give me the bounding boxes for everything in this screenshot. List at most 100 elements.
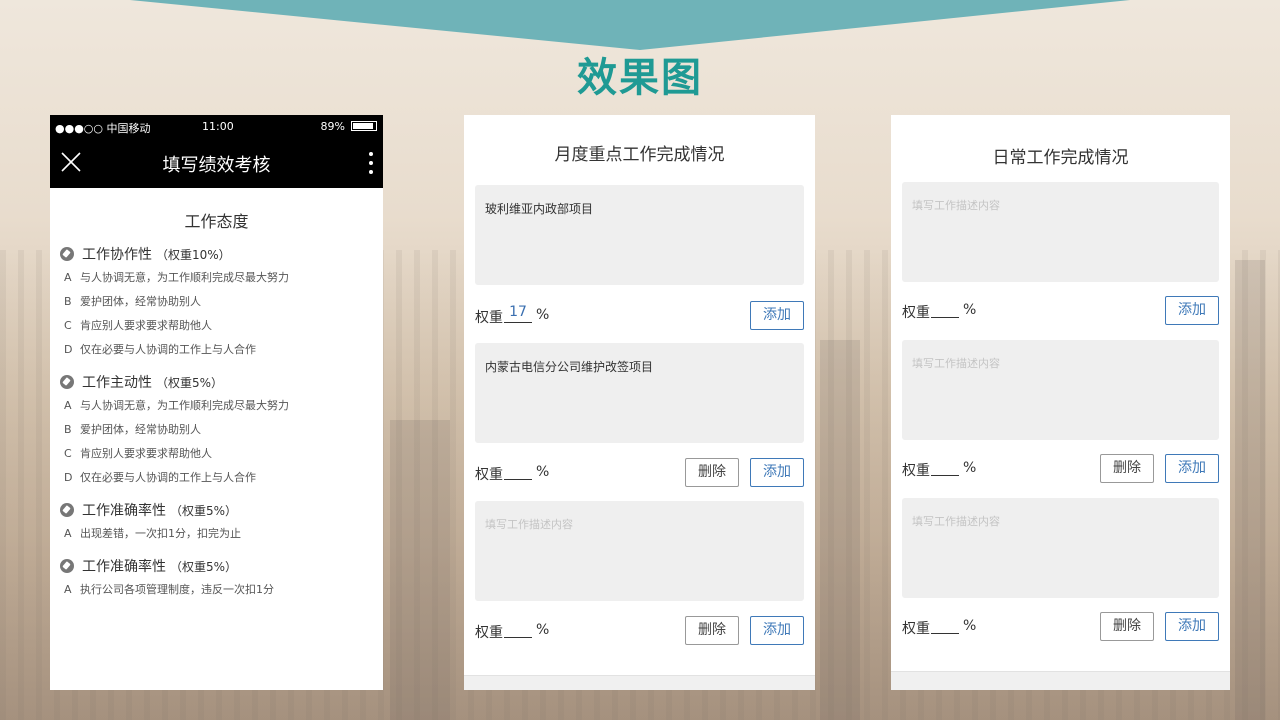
weight-input[interactable]: 17 (504, 302, 532, 323)
option-item[interactable]: A 与人协调无意，为工作顺利完成尽最大努力 (60, 394, 383, 418)
question-block: 工作准确率性 （权重5%） A 出现差错，一次扣1分，扣完为止 (50, 498, 383, 554)
delete-button[interactable]: 删除 (1100, 454, 1154, 483)
question-name: 工作主动性 (82, 375, 152, 391)
question-weight: （权重5%） (170, 559, 238, 574)
question-name: 工作准确率性 (82, 503, 166, 519)
background-building (390, 420, 450, 720)
weight-row: 权重% 删除 添加 (902, 454, 1219, 484)
option-text: 与人协调无意，为工作顺利完成尽最大努力 (80, 271, 289, 284)
option-letter: D (64, 343, 73, 356)
question-title: 工作准确率性 （权重5%） (60, 554, 383, 578)
weight-row: 权重% 添加 (902, 296, 1219, 326)
percent-sign: % (963, 302, 977, 318)
option-text: 出现差错，一次扣1分，扣完为止 (80, 527, 241, 540)
option-item[interactable]: A 出现差错，一次扣1分，扣完为止 (60, 522, 383, 546)
clock-label: 11:00 (202, 120, 234, 133)
work-description-input[interactable]: 玻利维亚内政部项目 (475, 185, 804, 285)
weight-input[interactable] (931, 297, 959, 318)
panel-footer (464, 675, 815, 690)
weight-label: 权重 (475, 310, 503, 326)
option-text: 仅在必要与人协调的工作上与人合作 (80, 343, 256, 356)
nav-title: 填写绩效考核 (162, 155, 271, 176)
percent-sign: % (536, 307, 550, 323)
background-building (820, 340, 860, 720)
weight-row: 权重% 删除 添加 (475, 458, 804, 488)
option-text: 肯应别人要求要求帮助他人 (80, 447, 212, 460)
weight-input[interactable] (504, 459, 532, 480)
option-letter: D (64, 471, 73, 484)
percent-sign: % (963, 618, 977, 634)
phone-mockup: ●●●○○ 中国移动 11:00 89% 填写绩效考核 工作态度 工作协作性 （权… (50, 115, 383, 690)
question-title: 工作协作性 （权重10%） (60, 242, 383, 266)
weight-input[interactable] (931, 455, 959, 476)
option-letter: C (64, 447, 72, 460)
weight-input[interactable] (504, 617, 532, 638)
question-block: 工作准确率性 （权重5%） A 执行公司各项管理制度，违反一次扣1分 (50, 554, 383, 610)
question-name: 工作准确率性 (82, 559, 166, 575)
add-button[interactable]: 添加 (1165, 454, 1219, 483)
work-description-input[interactable]: 内蒙古电信分公司维护改签项目 (475, 343, 804, 443)
work-description-input[interactable]: 填写工作描述内容 (902, 182, 1219, 282)
weight-row: 权重 17% 添加 (475, 301, 804, 331)
slide-title: 效果图 (577, 55, 703, 101)
weight-label: 权重 (902, 621, 930, 637)
option-item[interactable]: A 执行公司各项管理制度，违反一次扣1分 (60, 578, 383, 602)
question-title: 工作准确率性 （权重5%） (60, 498, 383, 522)
add-button[interactable]: 添加 (1165, 612, 1219, 641)
nav-bar: 填写绩效考核 (50, 139, 383, 188)
add-button[interactable]: 添加 (750, 616, 804, 645)
option-letter: B (64, 423, 72, 436)
option-item[interactable]: B 爱护团体，经常协助别人 (60, 418, 383, 442)
battery-icon (351, 121, 377, 131)
question-name: 工作协作性 (82, 247, 152, 263)
panel-title: 日常工作完成情况 (992, 148, 1129, 168)
weight-input[interactable] (931, 613, 959, 634)
carrier-label: ●●●○○ 中国移动 (55, 122, 151, 135)
option-item[interactable]: D 仅在必要与人协调的工作上与人合作 (60, 338, 383, 362)
delete-button[interactable]: 删除 (685, 458, 739, 487)
percent-sign: % (963, 460, 977, 476)
delete-button[interactable]: 删除 (1100, 612, 1154, 641)
add-button[interactable]: 添加 (750, 301, 804, 330)
pencil-icon (60, 375, 74, 389)
work-description-input[interactable]: 填写工作描述内容 (902, 498, 1219, 598)
monthly-work-panel: 月度重点工作完成情况 玻利维亚内政部项目 权重 17% 添加 内蒙古电信分公司维护改签项… (464, 115, 815, 690)
top-banner (130, 0, 1130, 50)
add-button[interactable]: 添加 (1165, 296, 1219, 325)
more-vertical-icon[interactable] (369, 151, 373, 175)
percent-sign: % (536, 622, 550, 638)
weight-label: 权重 (475, 625, 503, 641)
option-text: 仅在必要与人协调的工作上与人合作 (80, 471, 256, 484)
option-item[interactable]: A 与人协调无意，为工作顺利完成尽最大努力 (60, 266, 383, 290)
daily-work-panel: 日常工作完成情况 填写工作描述内容 权重% 添加 填写工作描述内容 权重% 删除 添加 填写工… (891, 115, 1230, 690)
option-item[interactable]: B 爱护团体，经常协助别人 (60, 290, 383, 314)
weight-label: 权重 (902, 305, 930, 321)
option-item[interactable]: C 肯应别人要求要求帮助他人 (60, 442, 383, 466)
background-building (1235, 260, 1265, 720)
option-text: 肯应别人要求要求帮助他人 (80, 319, 212, 332)
option-text: 爱护团体，经常协助别人 (80, 295, 201, 308)
work-description-input[interactable]: 填写工作描述内容 (902, 340, 1219, 440)
question-title: 工作主动性 （权重5%） (60, 370, 383, 394)
option-text: 执行公司各项管理制度，违反一次扣1分 (80, 583, 274, 596)
option-letter: A (64, 399, 72, 412)
delete-button[interactable]: 删除 (685, 616, 739, 645)
option-letter: C (64, 319, 72, 332)
option-text: 与人协调无意，为工作顺利完成尽最大努力 (80, 399, 289, 412)
option-text: 爱护团体，经常协助别人 (80, 423, 201, 436)
option-item[interactable]: C 肯应别人要求要求帮助他人 (60, 314, 383, 338)
question-weight: （权重5%） (156, 375, 224, 390)
question-block: 工作协作性 （权重10%） A 与人协调无意，为工作顺利完成尽最大努力 B 爱护团体，经常… (50, 242, 383, 370)
work-description-input[interactable]: 填写工作描述内容 (475, 501, 804, 601)
pencil-icon (60, 503, 74, 517)
option-letter: A (64, 527, 72, 540)
question-block: 工作主动性 （权重5%） A 与人协调无意，为工作顺利完成尽最大努力 B 爱护团体，经常协… (50, 370, 383, 498)
question-weight: （权重5%） (170, 503, 238, 518)
battery-label: 89% (320, 120, 345, 133)
pencil-icon (60, 559, 74, 573)
add-button[interactable]: 添加 (750, 458, 804, 487)
option-item[interactable]: D 仅在必要与人协调的工作上与人合作 (60, 466, 383, 490)
section-title: 工作态度 (184, 212, 249, 231)
option-letter: B (64, 295, 72, 308)
pencil-icon (60, 247, 74, 261)
